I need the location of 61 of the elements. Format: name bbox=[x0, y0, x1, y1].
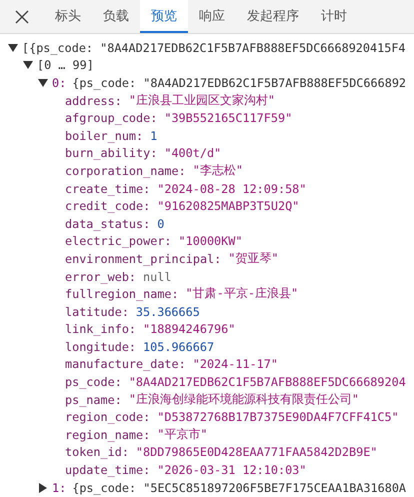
property-key: link_info: bbox=[65, 322, 136, 336]
property-value: "李志松" bbox=[192, 162, 243, 179]
property-value: "8DD79865E0D428EAA771FAA5842D2B9E" bbox=[136, 445, 378, 460]
property-key: region_code: bbox=[65, 410, 150, 424]
expand-toggle-icon[interactable] bbox=[38, 78, 48, 88]
property-value: "91620825MABP3T5U2Q" bbox=[157, 199, 300, 214]
property-value: "庄浪海创绿能环境能源科技有限责任公司" bbox=[128, 392, 360, 408]
property-key: corporation_name: bbox=[65, 164, 186, 178]
property-key: address: bbox=[65, 94, 122, 108]
tab[interactable]: 负载 bbox=[92, 0, 140, 33]
property-key: burn_ability: bbox=[65, 146, 158, 160]
tab[interactable]: 标头 bbox=[44, 0, 92, 33]
tab[interactable]: 发起程序 bbox=[236, 0, 310, 33]
object-preview[interactable]: [0 … 99] bbox=[37, 58, 94, 72]
property-key: create_time: bbox=[65, 182, 150, 196]
property-key: manufacture_date: bbox=[65, 357, 186, 372]
property-key: ps_name: bbox=[65, 392, 122, 407]
tab[interactable]: 预览 bbox=[140, 0, 188, 33]
property-value: 35.366665 bbox=[136, 304, 200, 319]
property-value: "10000KW" bbox=[178, 234, 242, 248]
property-value: 1 bbox=[150, 128, 158, 143]
property-value: 105.966667 bbox=[143, 340, 214, 354]
property-key: credit_code: bbox=[65, 199, 150, 214]
property-key: data_status: bbox=[65, 216, 150, 231]
property-key: electric_power: bbox=[65, 234, 172, 248]
property-value: "18894246796" bbox=[143, 322, 236, 336]
property-key: fullregion_name: bbox=[65, 287, 179, 302]
property-key: afgroup_code: bbox=[65, 111, 158, 126]
property-value: "8A4AD217EDB62C1F5B7AFB888EF5DC66689204 bbox=[128, 375, 406, 390]
property-key: token_id: bbox=[65, 445, 129, 460]
property-value: "2024-11-17" bbox=[192, 357, 278, 372]
expand-toggle-icon[interactable] bbox=[23, 60, 33, 70]
property-key: ps_code: bbox=[65, 375, 122, 390]
object-preview[interactable]: {ps_code: "5EC5C851897206F5BE7F175CEAA1BA31680A bbox=[72, 480, 406, 495]
property-key: boiler_num: bbox=[65, 128, 144, 143]
property-value: null bbox=[143, 270, 172, 284]
property-value: "400t/d" bbox=[164, 146, 222, 160]
property-key: region_name: bbox=[65, 428, 150, 442]
array-index: 1: bbox=[52, 480, 66, 495]
tab[interactable]: 响应 bbox=[188, 0, 236, 33]
property-value: 0 bbox=[157, 216, 164, 231]
tab[interactable]: 计时 bbox=[310, 0, 358, 33]
property-value: "2024-08-28 12:09:58" bbox=[157, 182, 306, 196]
property-value: "甘肃-平京-庄浪县" bbox=[186, 286, 298, 302]
property-value: "39B552165C117F59" bbox=[164, 111, 292, 126]
property-key: latitude: bbox=[65, 304, 129, 319]
property-key: error_web: bbox=[65, 270, 136, 284]
property-value: "庄浪县工业园区文家沟村" bbox=[128, 92, 276, 109]
expand-toggle-icon[interactable] bbox=[38, 482, 48, 493]
property-value: "贺亚琴" bbox=[228, 250, 278, 267]
property-key: update_time: bbox=[65, 463, 150, 478]
property-key: environment_principal: bbox=[65, 252, 222, 266]
property-key: longitude: bbox=[65, 340, 136, 354]
property-value: "平京市" bbox=[157, 426, 208, 443]
expand-toggle-icon[interactable] bbox=[8, 42, 18, 53]
object-preview[interactable]: [{ps_code: "8A4AD217EDB62C1F5B7AFB888EF5DC6668920415F4 bbox=[22, 40, 406, 55]
close-icon bbox=[14, 8, 30, 24]
property-value: "D53872768B17B7375E90DA4F7CFF41C5" bbox=[157, 410, 399, 424]
property-value: "2026-03-31 12:10:03" bbox=[157, 463, 306, 478]
object-preview[interactable]: {ps_code: "8A4AD217EDB62C1F5B7AFB888EF5DC666892 bbox=[72, 76, 406, 90]
array-index: 0: bbox=[52, 76, 66, 90]
